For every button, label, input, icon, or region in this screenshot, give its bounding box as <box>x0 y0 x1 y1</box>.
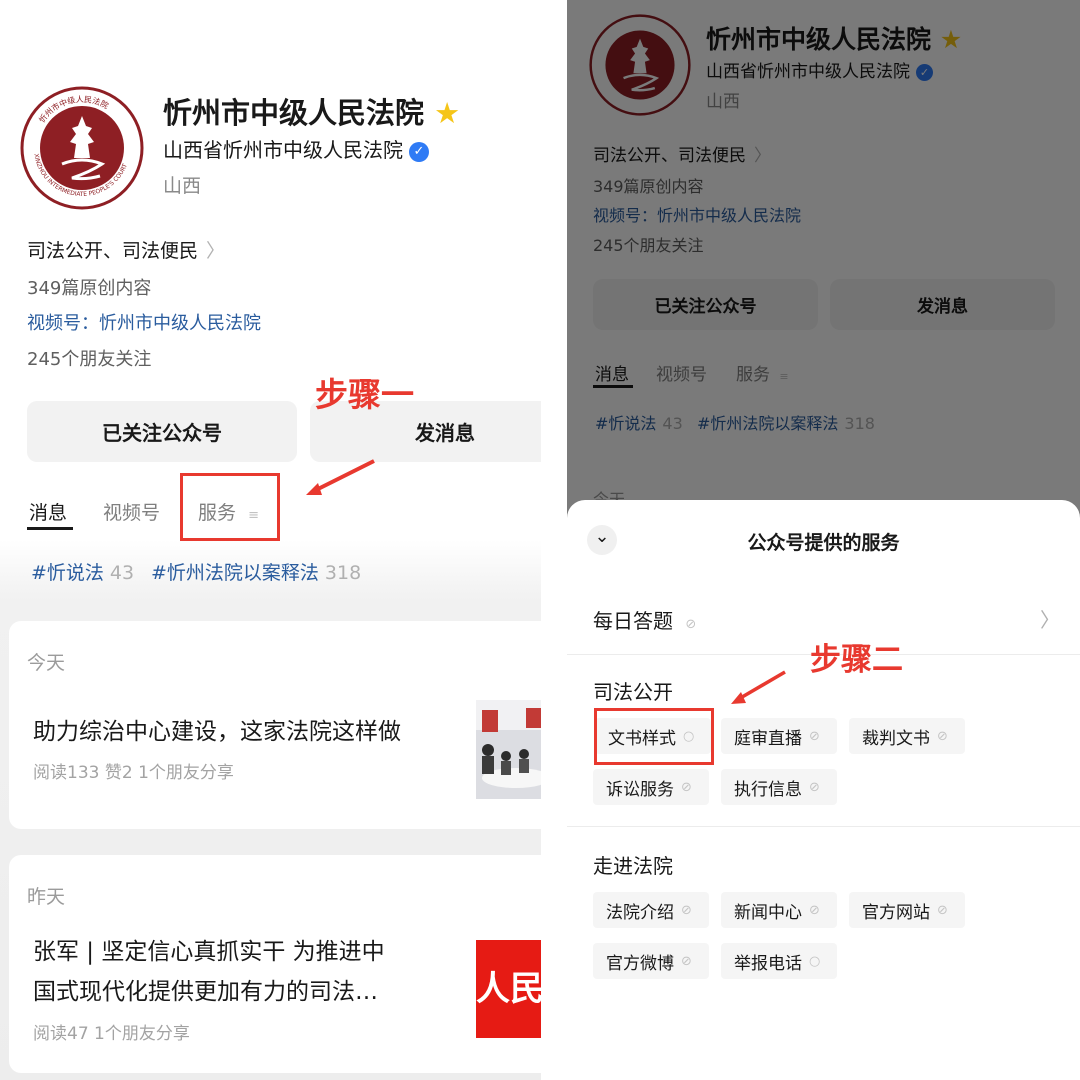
chip-label: 诉讼服务 <box>606 779 674 800</box>
tab-messages[interactable]: 消息 <box>29 498 67 525</box>
left-screenshot: 忻州市中级人民法院 XINZHOU INTERMEDIATE PEOPLE'S … <box>0 0 541 1080</box>
link-icon: ⊘ <box>809 728 820 744</box>
service-chip-litigation[interactable]: 诉讼服务 ⊘ <box>593 769 709 805</box>
chip-label: 庭审直播 <box>734 728 802 749</box>
right-screenshot: 忻州市中级人民法院 ★ 山西省忻州市中级人民法院✓ 山西 司法公开、司法便民〉 … <box>567 0 1080 1080</box>
step-one-highlight <box>180 473 280 541</box>
sheet-title: 公众号提供的服务 <box>747 532 900 554</box>
link-icon: ⊘ <box>937 728 948 744</box>
hashtag-label: #忻说法 <box>31 562 104 584</box>
article-thumbnail: 人民司 <box>476 940 541 1038</box>
link-icon: ⊘ <box>681 953 692 969</box>
channels-value: 忻州市中级人民法院 <box>99 313 261 334</box>
link-icon: ⊘ <box>809 902 820 918</box>
chevron-right-icon: 〉 <box>1040 608 1060 632</box>
service-chip-judgments[interactable]: 裁判文书 ⊘ <box>849 718 965 754</box>
services-sheet: ⌄ 公众号提供的服务 每日答题 ⊘ 〉 司法公开 文书样式 ○ 庭审直播 ⊘ 裁判文… <box>567 500 1080 1080</box>
step-two-label: 步骤二 <box>810 642 903 678</box>
hashtag-label: #忻州法院以案释法 <box>151 562 319 584</box>
article-thumbnail <box>476 700 541 799</box>
hashtag-count: 318 <box>324 562 362 584</box>
step-one-arrow <box>306 459 375 495</box>
group-title-about-court: 走进法院 <box>593 854 673 878</box>
chip-label: 官方网站 <box>862 902 930 923</box>
feed-card-yesterday[interactable]: 昨天 张军 | 坚定信心真抓实干 为推进中 国式现代化提供更加有力的司法… 阅读… <box>9 855 541 1073</box>
chip-label: 新闻中心 <box>734 902 802 923</box>
daily-quiz-label: 每日答题 <box>593 609 673 633</box>
chip-label: 举报电话 <box>734 953 802 974</box>
account-name: 忻州市中级人民法院 <box>163 96 425 130</box>
thumbnail-text: 人民司 <box>476 969 541 1009</box>
article-title-line-1: 张军 | 坚定信心真抓实干 为推进中 <box>33 939 385 965</box>
channels-label: 视频号： <box>27 313 99 334</box>
chip-label: 法院介绍 <box>606 902 674 923</box>
hashtag-1[interactable]: #忻说法43 <box>31 558 134 585</box>
service-chip-court-intro[interactable]: 法院介绍 ⊘ <box>593 892 709 928</box>
star-icon: ★ <box>434 96 461 130</box>
article-meta: 阅读133 赞2 1个朋友分享 <box>33 763 234 783</box>
link-icon: ⊘ <box>937 902 948 918</box>
service-chip-official-website[interactable]: 官方网站 ⊘ <box>849 892 965 928</box>
service-chip-official-weibo[interactable]: 官方微博 ⊘ <box>593 943 709 979</box>
tab-channels[interactable]: 视频号 <box>103 498 160 525</box>
followed-button[interactable]: 已关注公众号 <box>27 401 297 462</box>
feed-card-today[interactable]: 今天 助力综治中心建设，这家法院这样做 阅读133 赞2 1个朋友分享 <box>9 621 541 829</box>
panel-divider <box>541 0 567 1080</box>
step-one-label: 步骤一 <box>315 375 414 414</box>
link-icon: ⊘ <box>809 779 820 795</box>
chip-label: 执行信息 <box>734 779 802 800</box>
day-label: 今天 <box>27 652 66 674</box>
channels-link[interactable]: 视频号：忻州市中级人民法院 <box>27 309 261 335</box>
article-title: 助力综治中心建设，这家法院这样做 <box>33 719 401 745</box>
chat-icon: ○ <box>809 953 821 969</box>
chevron-right-icon: 〉 <box>206 240 226 262</box>
account-region: 山西 <box>163 175 202 197</box>
hashtag-2[interactable]: #忻州法院以案释法318 <box>151 558 361 585</box>
friends-follow: 245个朋友关注 <box>27 349 152 370</box>
divider <box>567 826 1080 827</box>
link-icon: ⊘ <box>681 902 692 918</box>
original-count: 349篇原创内容 <box>27 278 152 299</box>
article-title-line-2: 国式现代化提供更加有力的司法… <box>33 979 378 1005</box>
account-subtitle: 山西省忻州市中级人民法院 <box>163 138 403 162</box>
day-label: 昨天 <box>27 886 66 908</box>
link-icon: ⊘ <box>685 617 697 632</box>
link-icon: ⊘ <box>681 779 692 795</box>
step-two-highlight <box>594 708 714 765</box>
article-meta: 阅读47 1个朋友分享 <box>33 1024 190 1044</box>
service-chip-trial-live[interactable]: 庭审直播 ⊘ <box>721 718 837 754</box>
chip-label: 裁判文书 <box>862 728 930 749</box>
court-seal-logo: 忻州市中级人民法院 XINZHOU INTERMEDIATE PEOPLE'S … <box>20 86 144 210</box>
hashtag-count: 43 <box>109 562 135 584</box>
account-intro: 司法公开、司法便民 <box>27 240 199 262</box>
service-chip-enforcement[interactable]: 执行信息 ⊘ <box>721 769 837 805</box>
service-chip-report-hotline[interactable]: 举报电话 ○ <box>721 943 837 979</box>
account-intro-row[interactable]: 司法公开、司法便民〉 <box>27 236 225 263</box>
active-tab-indicator <box>27 527 73 530</box>
chip-label: 官方微博 <box>606 953 674 974</box>
step-two-arrow <box>731 670 786 704</box>
service-chip-news-center[interactable]: 新闻中心 ⊘ <box>721 892 837 928</box>
verified-icon: ✓ <box>409 141 429 162</box>
group-title-judicial-openness: 司法公开 <box>593 680 673 704</box>
